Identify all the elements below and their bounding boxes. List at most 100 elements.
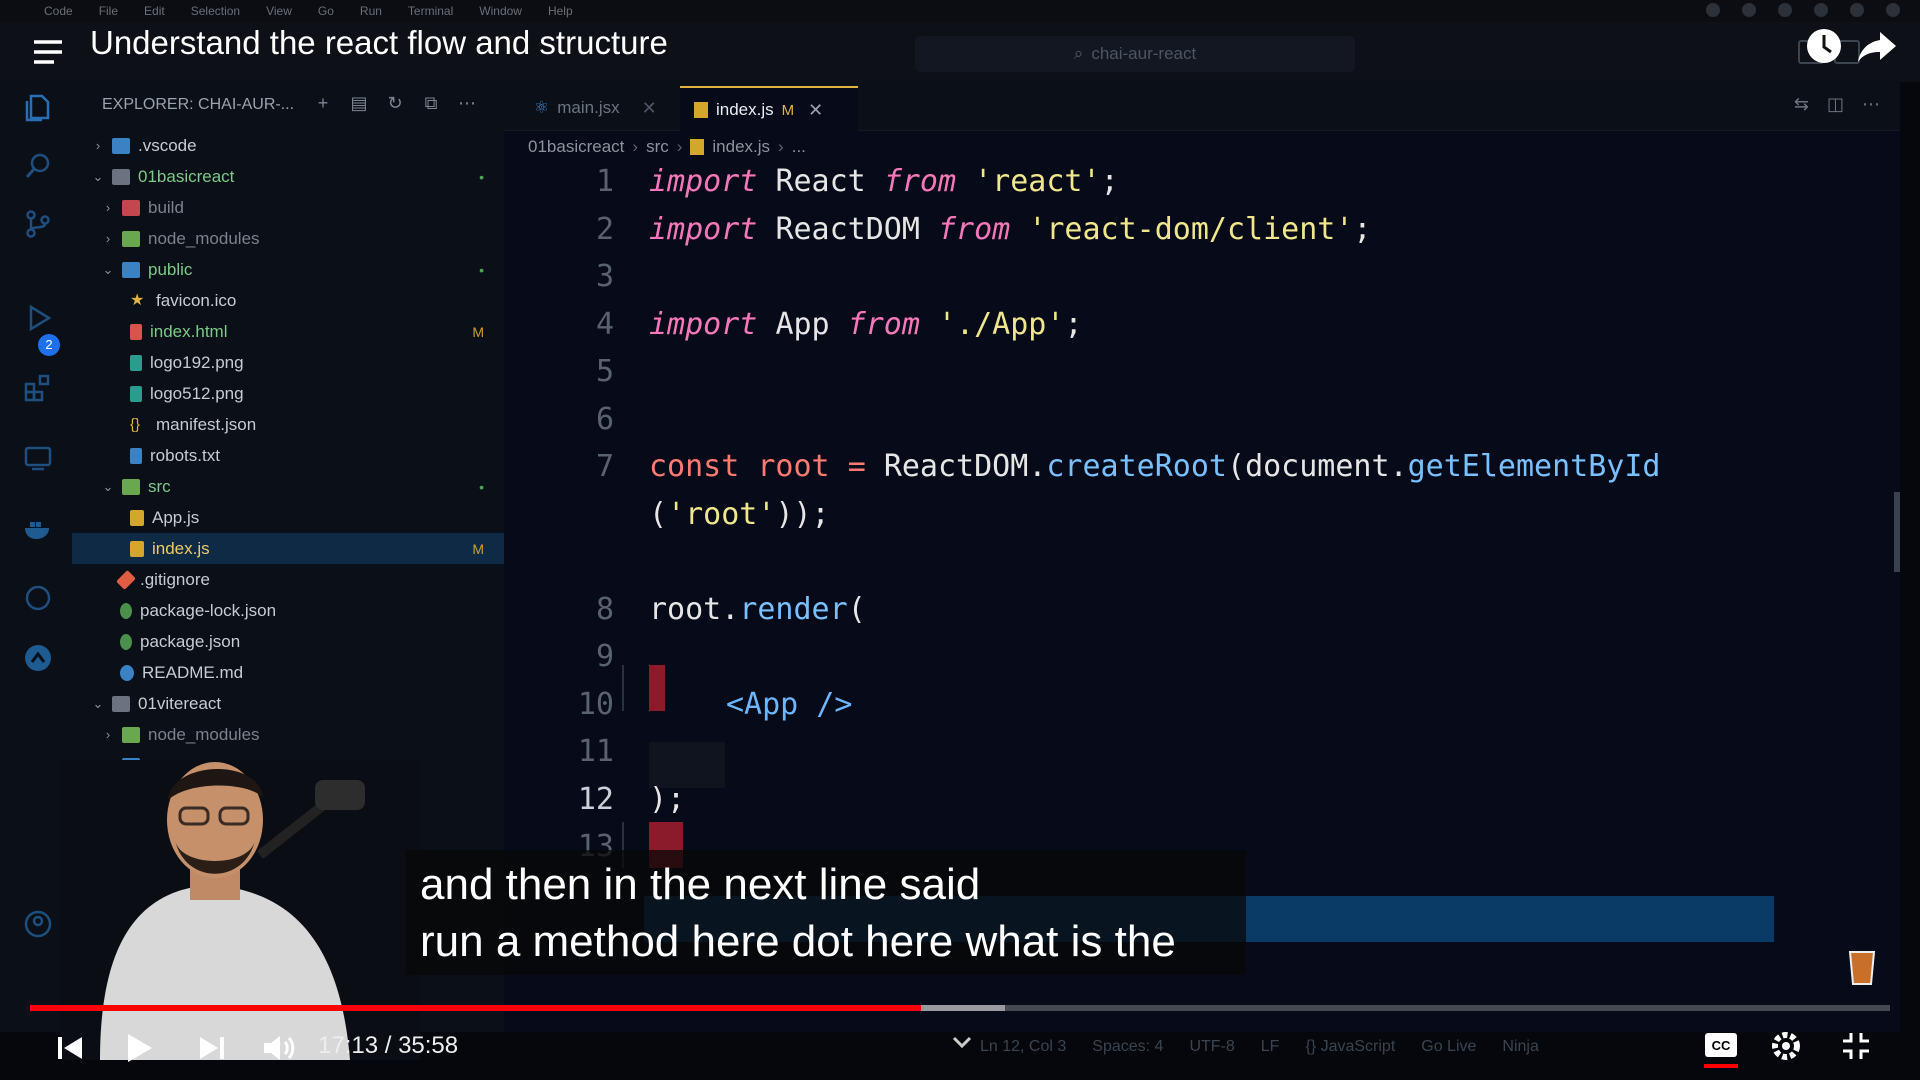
github-icon[interactable] <box>22 582 54 614</box>
tree-item-label: 01basicreact <box>138 166 235 186</box>
buy-me-coffee-icon[interactable] <box>1846 946 1878 986</box>
modified-badge: M <box>472 323 484 340</box>
tree-item-file[interactable]: index.html M <box>72 316 504 347</box>
battery-icon[interactable] <box>1850 3 1864 17</box>
tree-item-label: package.json <box>140 631 241 651</box>
settings-gear-icon[interactable] <box>1768 1028 1804 1064</box>
menu-view[interactable]: View <box>266 4 292 18</box>
tree-item-file[interactable]: ★ favicon.ico <box>72 285 504 316</box>
editor-scrollbar[interactable] <box>1894 492 1900 572</box>
collapse-all-icon[interactable]: ⧉ <box>420 92 442 114</box>
caption-box: and then in the next line said run a met… <box>406 850 1246 975</box>
code-line: import App from './App'; <box>649 307 1083 342</box>
info-icon <box>120 664 134 681</box>
status-cursor-position[interactable]: Ln 12, Col 3 <box>980 1038 1066 1056</box>
tray-icon[interactable] <box>1778 3 1792 17</box>
status-encoding[interactable]: UTF-8 <box>1189 1038 1234 1056</box>
video-progress-bar[interactable] <box>30 1005 1890 1011</box>
chevron-down-icon: ⌄ <box>92 168 104 184</box>
explorer-icon[interactable] <box>22 92 54 124</box>
code-line: ); <box>649 782 685 817</box>
wifi-icon[interactable] <box>1814 3 1828 17</box>
tree-item-folder[interactable]: ⌄ 01vitereact <box>72 688 504 719</box>
breadcrumb-item[interactable]: index.js <box>712 137 770 157</box>
source-control-icon[interactable] <box>22 208 54 240</box>
tree-item-folder[interactable]: ⌄ 01basicreact • <box>72 161 504 192</box>
docker-icon[interactable] <box>22 512 54 544</box>
tree-item-folder[interactable]: ⌄ public • <box>72 254 504 285</box>
next-button[interactable] <box>192 1028 232 1068</box>
tree-item-folder[interactable]: › build <box>72 192 504 223</box>
macos-menubar: Code File Edit Selection View Go Run Ter… <box>0 0 1920 22</box>
status-language[interactable]: {} JavaScript <box>1305 1038 1395 1056</box>
menu-window[interactable]: Window <box>479 4 522 18</box>
status-eol[interactable]: LF <box>1261 1038 1280 1056</box>
tree-item-label: robots.txt <box>150 445 220 465</box>
share-icon[interactable] <box>1856 28 1898 66</box>
tree-item-file[interactable]: README.md <box>72 657 504 688</box>
status-go-live[interactable]: Go Live <box>1421 1038 1476 1056</box>
menu-help[interactable]: Help <box>548 4 573 18</box>
menu-code[interactable]: Code <box>44 4 73 18</box>
close-icon[interactable]: ✕ <box>808 100 823 121</box>
search-icon[interactable] <box>22 150 54 182</box>
menu-go[interactable]: Go <box>318 4 334 18</box>
code-line: root.render( <box>649 592 866 627</box>
live-share-icon[interactable] <box>22 642 54 674</box>
tree-item-file-selected[interactable]: index.js M <box>72 533 504 564</box>
control-center-icon[interactable] <box>1886 3 1900 17</box>
watch-later-icon[interactable] <box>1804 26 1844 66</box>
previous-button[interactable] <box>50 1028 90 1068</box>
video-title[interactable]: Understand the react flow and structure <box>90 24 668 62</box>
extensions-icon[interactable] <box>22 372 54 404</box>
menu-run[interactable]: Run <box>360 4 382 18</box>
tray-icon[interactable] <box>1706 3 1720 17</box>
chevron-down-icon[interactable] <box>948 1028 976 1056</box>
tree-item-folder[interactable]: ⌄ src • <box>72 471 504 502</box>
new-file-icon[interactable]: + <box>312 92 334 114</box>
new-folder-icon[interactable]: ▤ <box>348 92 370 114</box>
menu-edit[interactable]: Edit <box>144 4 165 18</box>
line-number: 4 <box>595 307 614 342</box>
breadcrumb-item[interactable]: 01basicreact <box>528 137 624 157</box>
tray-icon[interactable] <box>1742 3 1756 17</box>
more-actions-icon[interactable]: ⋯ <box>456 92 478 114</box>
closed-captions-button[interactable]: CC <box>1704 1032 1738 1058</box>
tree-item-file[interactable]: package-lock.json <box>72 595 504 626</box>
tree-item-file[interactable]: robots.txt <box>72 440 504 471</box>
tab-main-jsx[interactable]: ⚛ main.jsx ✕ <box>520 86 688 130</box>
remote-explorer-icon[interactable] <box>22 442 54 474</box>
exit-fullscreen-icon[interactable] <box>1840 1030 1872 1062</box>
refresh-icon[interactable]: ↻ <box>384 92 406 114</box>
status-ninja[interactable]: Ninja <box>1502 1038 1538 1056</box>
open-changes-icon[interactable]: ⇆ <box>1794 94 1809 115</box>
playlist-menu-icon[interactable] <box>30 34 66 70</box>
breadcrumb-item[interactable]: ... <box>792 137 806 157</box>
tree-item-folder[interactable]: › node_modules <box>72 223 504 254</box>
split-editor-icon[interactable]: ◫ <box>1827 94 1844 115</box>
tree-item-file[interactable]: package.json <box>72 626 504 657</box>
tree-item-folder[interactable]: › node_modules <box>72 719 504 750</box>
menu-terminal[interactable]: Terminal <box>408 4 453 18</box>
play-button[interactable] <box>118 1028 158 1068</box>
tree-item-file[interactable]: logo192.png <box>72 347 504 378</box>
tree-item-folder[interactable]: › .vscode <box>72 130 504 161</box>
accounts-icon[interactable] <box>22 908 54 940</box>
status-indentation[interactable]: Spaces: 4 <box>1092 1038 1163 1056</box>
volume-icon[interactable] <box>258 1028 298 1068</box>
more-actions-icon[interactable]: ⋯ <box>1862 94 1880 115</box>
run-debug-icon[interactable] <box>22 302 54 334</box>
menu-file[interactable]: File <box>99 4 118 18</box>
folder-open-icon <box>122 478 140 495</box>
tree-item-file[interactable]: {} manifest.json <box>72 409 504 440</box>
tree-item-file[interactable]: App.js <box>72 502 504 533</box>
menu-selection[interactable]: Selection <box>191 4 240 18</box>
tree-item-file[interactable]: logo512.png <box>72 378 504 409</box>
captions-active-indicator <box>1704 1064 1738 1068</box>
code-editor[interactable]: 1 2 3 4 5 6 7 8 9 10 11 12 13 import Rea… <box>504 162 1900 942</box>
svg-text:CC: CC <box>1712 1038 1731 1053</box>
close-icon[interactable]: ✕ <box>642 98 657 119</box>
tab-index-js[interactable]: index.js M ✕ <box>680 86 858 132</box>
tree-item-file[interactable]: .gitignore <box>72 564 504 595</box>
breadcrumb-item[interactable]: src <box>646 137 669 157</box>
